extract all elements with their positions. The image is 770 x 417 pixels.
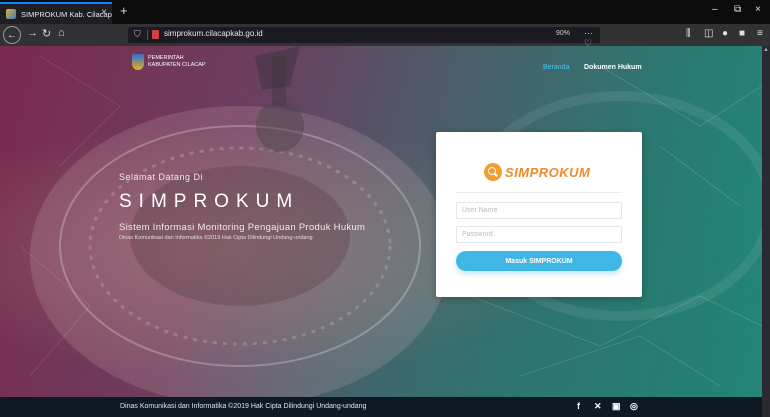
tab-bar: SIMPROKUM Kab. Cilacap × + – ⧉ × (0, 0, 770, 24)
nav-dokumen-hukum[interactable]: Dokumen Hukum (584, 64, 642, 71)
close-window-icon[interactable]: × (755, 4, 761, 15)
brand-text: SIMPROKUM (505, 164, 591, 180)
sidebar-icon[interactable]: ◫ (704, 28, 713, 39)
facebook-icon[interactable]: f (577, 401, 580, 411)
library-icon[interactable]: ⫼ (686, 28, 691, 39)
card-divider (456, 192, 622, 193)
page-scrollbar[interactable]: ▲ (762, 46, 770, 417)
twitter-icon[interactable]: ✕ (594, 401, 602, 412)
hero-note: Dinas Komunikasi dan Informatika ©2019 H… (119, 235, 313, 241)
login-card: SIMPROKUM Masuk SIMPROKUM (436, 132, 642, 297)
web-page: PEMERINTAH KABUPATEN CILACAP Beranda Dok… (0, 46, 762, 417)
shield-icon[interactable]: ⛉ (134, 29, 141, 40)
site-favicon-icon (6, 9, 16, 19)
nav-beranda[interactable]: Beranda (543, 64, 569, 71)
home-icon[interactable]: ⌂ (58, 27, 65, 39)
site-info-icon[interactable] (152, 30, 159, 39)
tab-simprokum[interactable]: SIMPROKUM Kab. Cilacap × (0, 2, 112, 24)
password-input[interactable] (456, 226, 622, 243)
menu-icon[interactable]: ≡ (757, 28, 763, 39)
site-header: PEMERINTAH KABUPATEN CILACAP Beranda Dok… (0, 46, 762, 86)
site-footer: Dinas Komunikasi dan Informatika ©2019 H… (0, 397, 762, 417)
logo-line-2: KABUPATEN CILACAP (148, 62, 206, 68)
hero-title: SIMPROKUM (119, 191, 300, 212)
reload-icon[interactable]: ↻ (42, 27, 51, 40)
footer-copyright: Dinas Komunikasi dan Informatika ©2019 H… (120, 403, 367, 410)
cilacap-emblem-icon (132, 54, 144, 70)
minimize-icon[interactable]: – (712, 4, 718, 15)
account-icon[interactable]: ● (722, 28, 728, 39)
hero-welcome: Selamat Datang Di (119, 172, 204, 182)
new-tab-icon[interactable]: + (120, 3, 128, 18)
magnifier-logo-icon (484, 163, 502, 181)
tab-close-icon[interactable]: × (101, 7, 107, 18)
hero-section: Selamat Datang Di SIMPROKUM Sistem Infor… (119, 172, 449, 241)
maximize-icon[interactable]: ⧉ (734, 4, 741, 15)
instagram-icon[interactable]: ◎ (630, 401, 638, 412)
username-input[interactable] (456, 202, 622, 219)
back-icon[interactable]: ← (3, 26, 21, 44)
hero-subtitle: Sistem Informasi Monitoring Pengajuan Pr… (119, 222, 366, 233)
logo-line-1: PEMERINTAH (148, 55, 184, 61)
simprokum-logo: SIMPROKUM (484, 162, 590, 182)
zoom-level[interactable]: 90% (556, 30, 570, 37)
url-text[interactable]: simprokum.cilacapkab.go.id (164, 29, 263, 38)
navigation-toolbar: ← → ↻ ⌂ ⛉ simprokum.cilacapkab.go.id 90%… (0, 24, 770, 59)
site-logo-text[interactable]: PEMERINTAH KABUPATEN CILACAP (148, 55, 206, 69)
url-divider (147, 30, 148, 40)
tab-title: SIMPROKUM Kab. Cilacap (21, 9, 112, 19)
address-bar[interactable]: ⛉ simprokum.cilacapkab.go.id 90% ··· ♡ ☆ (128, 27, 600, 59)
forward-icon[interactable]: → (27, 27, 38, 39)
scroll-up-icon[interactable]: ▲ (763, 47, 769, 53)
extension-icon[interactable]: ■ (739, 28, 745, 39)
browser-window: SIMPROKUM Kab. Cilacap × + – ⧉ × ← → ↻ ⌂… (0, 0, 770, 417)
login-button[interactable]: Masuk SIMPROKUM (456, 251, 622, 271)
youtube-icon[interactable]: ▣ (612, 401, 621, 412)
